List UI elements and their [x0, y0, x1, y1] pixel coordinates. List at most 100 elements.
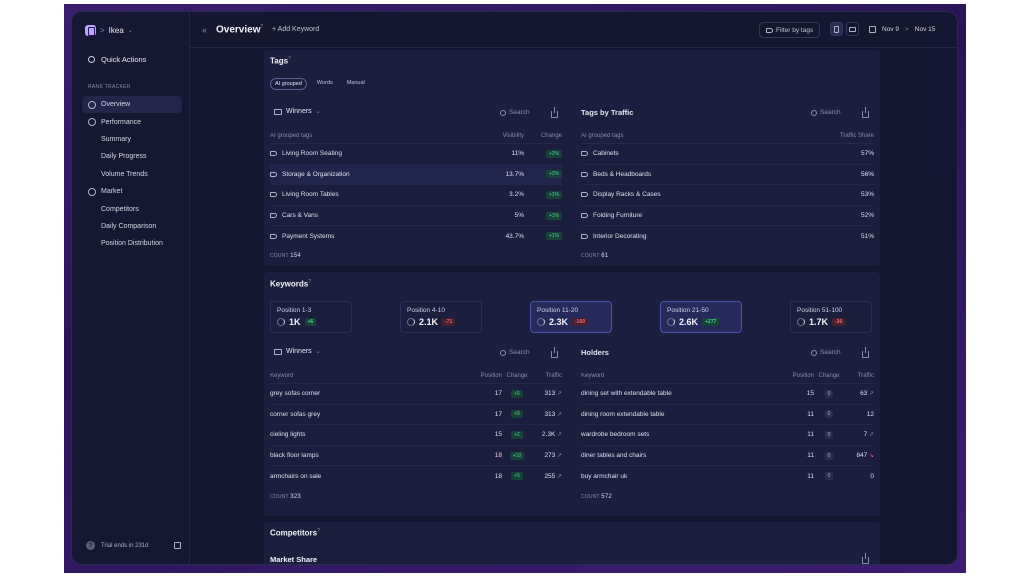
- table-row[interactable]: Folding Furniture 52%: [581, 204, 874, 226]
- collapse-sidebar-icon[interactable]: «: [202, 25, 207, 35]
- search-icon: [500, 349, 506, 356]
- table-row[interactable]: wardrobe bedroom sets 11 0 7 ↗: [581, 424, 874, 445]
- visibility-cell: 3.2%: [509, 191, 524, 199]
- sidebar-item-label: Volume Trends: [101, 170, 148, 178]
- keyword-cell: dining set with extendable table: [581, 390, 672, 398]
- table-row[interactable]: Living Room Seating 11% +2%: [270, 143, 562, 164]
- keywords-winners-search[interactable]: Search: [500, 349, 530, 356]
- table-row[interactable]: Cars & Vans 5% +1%: [270, 204, 562, 226]
- sidebar-item-market[interactable]: Market: [82, 183, 182, 200]
- col-change: Change: [540, 133, 562, 139]
- change-cell: +5: [502, 472, 532, 481]
- position-value: 2.1K: [419, 317, 439, 327]
- table-row[interactable]: grey sofas corner 17 +5 313 ↗: [270, 383, 562, 404]
- traffic-share-cell: 56%: [860, 170, 874, 178]
- pill-words[interactable]: Words: [313, 78, 337, 90]
- position-value: 1.7K: [809, 317, 829, 327]
- table-body: Living Room Seating 11% +2% Storage & Organ…: [270, 143, 562, 246]
- export-icon[interactable]: [551, 107, 558, 118]
- export-icon[interactable]: [551, 347, 558, 358]
- competitors-title-text: Competitors: [270, 528, 318, 538]
- sidebar-item-overview[interactable]: Overview: [82, 96, 182, 114]
- quick-actions[interactable]: Quick Actions: [88, 55, 146, 64]
- tags-winners-search[interactable]: Search: [500, 109, 530, 116]
- position-delta-badge: +277: [702, 318, 720, 326]
- table-row[interactable]: Beds & Headboards 56%: [581, 163, 874, 185]
- position-card[interactable]: Position 51-100 1.7K -36: [790, 301, 872, 333]
- table-row[interactable]: cieling lights 15 +2 2.3K ↗: [270, 424, 562, 445]
- market-icon: [88, 187, 96, 196]
- export-icon[interactable]: [862, 347, 869, 358]
- filter-by-tags-button[interactable]: Filter by tags: [759, 22, 821, 38]
- pill-ai-grouped[interactable]: AI grouped: [270, 78, 307, 90]
- position-cell: 17: [494, 410, 502, 418]
- panel-icon: [274, 108, 282, 115]
- table-header: AI grouped tags Visibility Change: [270, 129, 562, 143]
- position-label: Position 21-50: [667, 307, 709, 314]
- traffic-value: 255: [544, 472, 556, 480]
- workspace-separator: >: [100, 26, 105, 35]
- export-icon[interactable]: [862, 107, 869, 118]
- position-cell: 11: [807, 431, 814, 439]
- table-row[interactable]: armchairs on sale 18 +5 255 ↗: [270, 465, 562, 486]
- table-row[interactable]: Cabinets 57%: [581, 143, 874, 164]
- sidebar-item-volume-trends[interactable]: Volume Trends: [82, 166, 182, 183]
- position-card[interactable]: Position 21-50 2.6K +277: [660, 301, 742, 333]
- table-row[interactable]: Display Racks & Cases 53%: [581, 184, 874, 205]
- count-label: COUNT: [581, 494, 600, 500]
- change-badge: 0: [824, 389, 834, 398]
- sidebar-item-position-distribution[interactable]: Position Distribution: [82, 235, 182, 252]
- export-icon[interactable]: [862, 553, 869, 564]
- table-row[interactable]: buy armchair uk 11 0 0: [581, 465, 874, 486]
- table-row[interactable]: Payment Systems 43.7% +1%: [270, 225, 562, 246]
- desktop-view-button[interactable]: [846, 22, 859, 36]
- position-label: Position 1-3: [277, 307, 312, 314]
- table-row[interactable]: black floor lamps 18 +10 273 ↗: [270, 444, 562, 466]
- position-card[interactable]: Position 11-20 2.3K -169: [530, 301, 612, 333]
- search-icon: [811, 109, 817, 116]
- change-badge: +5: [511, 389, 523, 398]
- sidebar-item-summary[interactable]: Summary: [82, 131, 182, 148]
- table-body: Cabinets 57% Beds & Headboards 56% Display R…: [581, 143, 874, 246]
- help-icon[interactable]: ?: [86, 541, 95, 550]
- table-row[interactable]: dining room extendable table 11 0 12: [581, 403, 874, 425]
- traffic-value: 273: [544, 452, 556, 460]
- help-marker: ?: [260, 24, 264, 30]
- traffic-value: 847: [856, 452, 868, 460]
- sidebar-item-competitors[interactable]: Competitors: [82, 200, 182, 217]
- change-cell: 0: [814, 389, 844, 398]
- mobile-view-button[interactable]: [830, 22, 843, 36]
- tags-winners-dropdown[interactable]: Winners ⌄: [274, 108, 321, 115]
- traffic-cell: 847 ↘: [844, 452, 874, 459]
- table-row[interactable]: diner tables and chairs 11 0 847 ↘: [581, 444, 874, 466]
- sidebar-item-performance[interactable]: Performance: [82, 113, 182, 130]
- table-row[interactable]: corner sofas grey 17 +5 313 ↗: [270, 403, 562, 425]
- tags-traffic-search[interactable]: Search: [811, 109, 841, 116]
- position-cell: 11: [807, 410, 814, 418]
- date-range-picker[interactable]: Nov 9 > Nov 15: [869, 26, 935, 33]
- external-link-icon[interactable]: [174, 542, 181, 549]
- add-keyword-button[interactable]: + Add Keyword: [272, 26, 319, 33]
- search-label: Search: [820, 349, 841, 356]
- sidebar-item-daily-comparison[interactable]: Daily Comparison: [82, 218, 182, 235]
- change-cell: 0: [814, 472, 844, 481]
- sidebar-item-label: Performance: [101, 118, 142, 126]
- traffic-value: 313: [544, 390, 556, 398]
- position-card[interactable]: Position 4-10 2.1K -71: [400, 301, 482, 333]
- col-keyword: Keyword: [270, 373, 294, 379]
- keywords-holders-search[interactable]: Search: [811, 349, 841, 356]
- mobile-icon: [834, 25, 839, 33]
- pill-manual[interactable]: Manual: [343, 78, 369, 90]
- keywords-winners-dropdown[interactable]: Winners ⌄: [274, 348, 321, 355]
- filter-label: Filter by tags: [776, 26, 814, 34]
- change-cell: +2%: [524, 149, 562, 158]
- table-row[interactable]: Storage & Organization 13.7% +2%: [270, 163, 562, 185]
- workspace-switcher[interactable]: > Ikea ⌄: [85, 25, 133, 36]
- sidebar-item-daily-progress[interactable]: Daily Progress: [82, 148, 182, 165]
- change-cell: +2: [502, 430, 532, 439]
- tag-icon: [270, 213, 277, 219]
- table-row[interactable]: Interior Decorating 51%: [581, 225, 874, 246]
- table-row[interactable]: dining set with extendable table 15 0 63 ↗: [581, 383, 874, 404]
- position-card[interactable]: Position 1-3 1K +6: [270, 301, 352, 333]
- table-row[interactable]: Living Room Tables 3.2% +1%: [270, 184, 562, 205]
